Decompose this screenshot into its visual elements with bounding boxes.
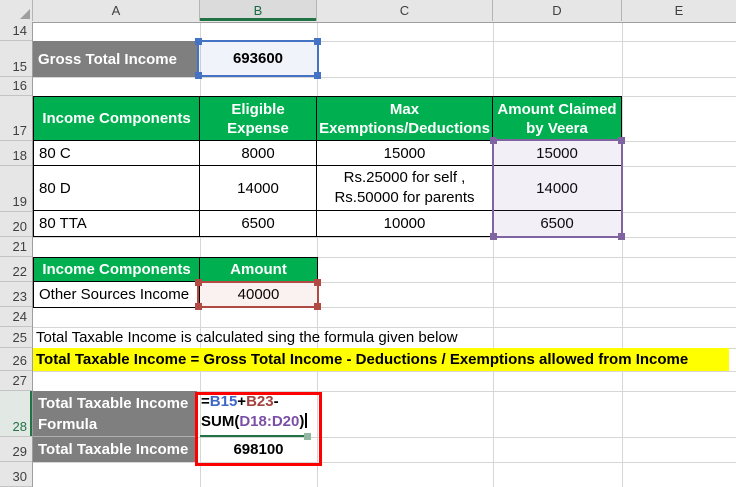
selection-handle xyxy=(490,137,497,144)
row-header-22[interactable]: 22 xyxy=(0,257,32,282)
gridline xyxy=(33,371,736,372)
gridline xyxy=(493,22,494,487)
formula-definition-highlight: Total Taxable Income = Gross Total Incom… xyxy=(33,348,729,371)
column-header-e[interactable]: E xyxy=(622,0,736,21)
selection-handle xyxy=(195,279,202,286)
result-label-cell[interactable]: Total Taxable Income xyxy=(33,437,197,462)
row-header-14[interactable]: 14 xyxy=(0,22,32,41)
row-header-21[interactable]: 21 xyxy=(0,237,32,257)
gridline xyxy=(33,237,736,238)
other-income-header-amount[interactable]: Amount xyxy=(200,258,317,282)
gridline xyxy=(622,22,623,487)
referenced-range-b23[interactable] xyxy=(195,279,321,310)
deductions-header-amount-claimed[interactable]: Amount Claimed by Veera xyxy=(493,97,621,141)
gridline xyxy=(33,77,736,78)
row-header-28[interactable]: 28 xyxy=(0,391,32,437)
cell-b19-eligible-expense[interactable]: 14000 xyxy=(200,166,317,211)
selection-handle xyxy=(195,38,202,45)
selection-handle xyxy=(314,303,321,310)
referenced-range-d18-d20[interactable] xyxy=(490,137,625,240)
formula-label-cell[interactable]: Total Taxable Income Formula xyxy=(33,391,197,437)
cell-a20-component[interactable]: 80 TTA xyxy=(34,211,200,236)
cell-c19-max-exemption[interactable]: Rs.25000 for self , Rs.50000 for parents xyxy=(317,166,493,211)
row-header-18[interactable]: 18 xyxy=(0,141,32,166)
select-all-button[interactable] xyxy=(0,0,33,21)
deductions-header-max-exemptions[interactable]: Max Exemptions/Deductions xyxy=(317,97,493,141)
deductions-header-component[interactable]: Income Components xyxy=(34,97,200,141)
selection-handle xyxy=(314,72,321,79)
cell-b20-eligible-expense[interactable]: 6500 xyxy=(200,211,317,236)
cell-a23-component[interactable]: Other Sources Income xyxy=(34,282,200,307)
other-income-header-component[interactable]: Income Components xyxy=(34,258,200,282)
selection-handle xyxy=(195,303,202,310)
row-header-16[interactable]: 16 xyxy=(0,77,32,96)
cell-a19-component[interactable]: 80 D xyxy=(34,166,200,211)
select-all-triangle-icon xyxy=(20,9,30,19)
column-header-b[interactable]: B xyxy=(200,0,317,21)
row-header-27[interactable]: 27 xyxy=(0,371,32,391)
selection-handle xyxy=(618,233,625,240)
excel-spreadsheet: A B C D E 14 15 16 17 18 19 20 21 22 23 … xyxy=(0,0,736,487)
gross-total-income-value-cell[interactable]: 693600 xyxy=(195,38,321,79)
column-header-a[interactable]: A xyxy=(33,0,200,21)
gridline xyxy=(33,462,736,463)
row-header-15[interactable]: 15 xyxy=(0,41,32,77)
selection-handle xyxy=(314,38,321,45)
gross-total-income-value: 693600 xyxy=(232,50,284,67)
column-header-bar: A B C D E xyxy=(0,0,736,23)
red-annotation-rectangle xyxy=(195,392,322,466)
row-header-30[interactable]: 30 xyxy=(0,462,32,487)
row-header-23[interactable]: 23 xyxy=(0,282,32,307)
gross-total-income-label-cell[interactable]: Gross Total Income xyxy=(33,41,197,77)
row-header-29[interactable]: 29 xyxy=(0,437,32,462)
row-header-17[interactable]: 17 xyxy=(0,96,32,141)
deductions-header-eligible-expense[interactable]: Eligible Expense xyxy=(200,97,317,141)
note-text: Total Taxable Income is calculated sing … xyxy=(36,329,458,346)
cell-c18-max-exemption[interactable]: 15000 xyxy=(317,141,493,166)
row-header-20[interactable]: 20 xyxy=(0,212,32,237)
row-header-25[interactable]: 25 xyxy=(0,327,32,348)
selection-handle xyxy=(618,137,625,144)
row-header-19[interactable]: 19 xyxy=(0,166,32,212)
row-header-bar: 14 15 16 17 18 19 20 21 22 23 24 25 26 2… xyxy=(0,22,33,487)
row-header-24[interactable]: 24 xyxy=(0,307,32,327)
column-header-d[interactable]: D xyxy=(493,0,622,21)
row-header-26[interactable]: 26 xyxy=(0,348,32,371)
selection-handle xyxy=(314,279,321,286)
selection-handle xyxy=(490,233,497,240)
cell-c20-max-exemption[interactable]: 10000 xyxy=(317,211,493,236)
selection-handle xyxy=(195,72,202,79)
cell-b18-eligible-expense[interactable]: 8000 xyxy=(200,141,317,166)
column-header-c[interactable]: C xyxy=(317,0,493,21)
cell-a18-component[interactable]: 80 C xyxy=(34,141,200,166)
